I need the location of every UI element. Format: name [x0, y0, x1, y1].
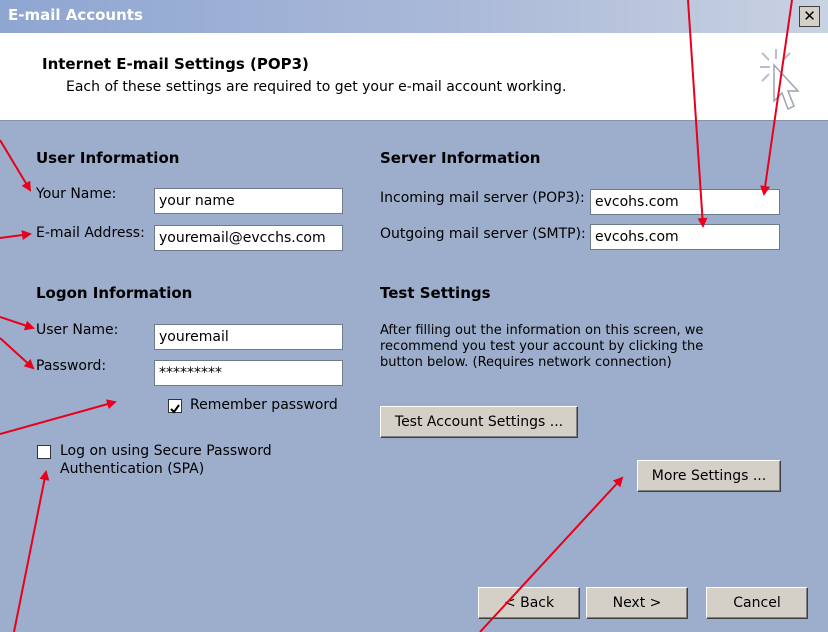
- window-title: E-mail Accounts: [8, 6, 143, 24]
- server-info-heading: Server Information: [380, 149, 541, 167]
- header-subtitle: Each of these settings are required to g…: [66, 79, 567, 95]
- user-name-label: User Name:: [36, 322, 119, 338]
- outgoing-server-label: Outgoing mail server (SMTP):: [380, 226, 586, 242]
- back-button[interactable]: < Back: [478, 587, 580, 619]
- email-accounts-dialog: E-mail Accounts ✕ Internet E-mail Settin…: [0, 0, 828, 632]
- remember-password-checkbox[interactable]: [168, 399, 182, 414]
- user-info-heading: User Information: [36, 149, 180, 167]
- test-settings-description: After filling out the information on thi…: [380, 323, 704, 370]
- password-label: Password:: [36, 358, 107, 374]
- outgoing-server-input[interactable]: evcohs.com: [590, 224, 780, 250]
- logon-info-heading: Logon Information: [36, 284, 193, 302]
- user-name-input[interactable]: youremail: [154, 324, 343, 350]
- header-title: Internet E-mail Settings (POP3): [42, 55, 309, 73]
- cancel-button[interactable]: Cancel: [706, 587, 808, 619]
- checkmark-icon: [170, 404, 180, 414]
- remember-password-label: Remember password: [190, 397, 338, 413]
- title-bar: E-mail Accounts ✕: [0, 0, 828, 33]
- password-input[interactable]: *********: [154, 360, 343, 386]
- close-icon: ✕: [803, 7, 816, 25]
- dialog-header: Internet E-mail Settings (POP3) Each of …: [0, 33, 828, 121]
- spa-checkbox[interactable]: [37, 445, 51, 459]
- next-button[interactable]: Next >: [586, 587, 688, 619]
- email-address-input[interactable]: youremail@evcchs.com: [154, 225, 343, 251]
- email-address-label: E-mail Address:: [36, 225, 145, 241]
- more-settings-button[interactable]: More Settings ...: [637, 460, 781, 492]
- spa-label-line2: Authentication (SPA): [60, 461, 205, 477]
- test-settings-heading: Test Settings: [380, 284, 491, 302]
- test-account-settings-button[interactable]: Test Account Settings ...: [380, 406, 578, 438]
- cursor-sparkle-icon: [760, 49, 800, 111]
- your-name-input[interactable]: your name: [154, 188, 343, 214]
- incoming-server-input[interactable]: evcohs.com: [590, 189, 780, 215]
- close-button[interactable]: ✕: [799, 6, 820, 27]
- spa-label-line1: Log on using Secure Password: [60, 443, 272, 459]
- incoming-server-label: Incoming mail server (POP3):: [380, 190, 585, 206]
- your-name-label: Your Name:: [36, 186, 117, 202]
